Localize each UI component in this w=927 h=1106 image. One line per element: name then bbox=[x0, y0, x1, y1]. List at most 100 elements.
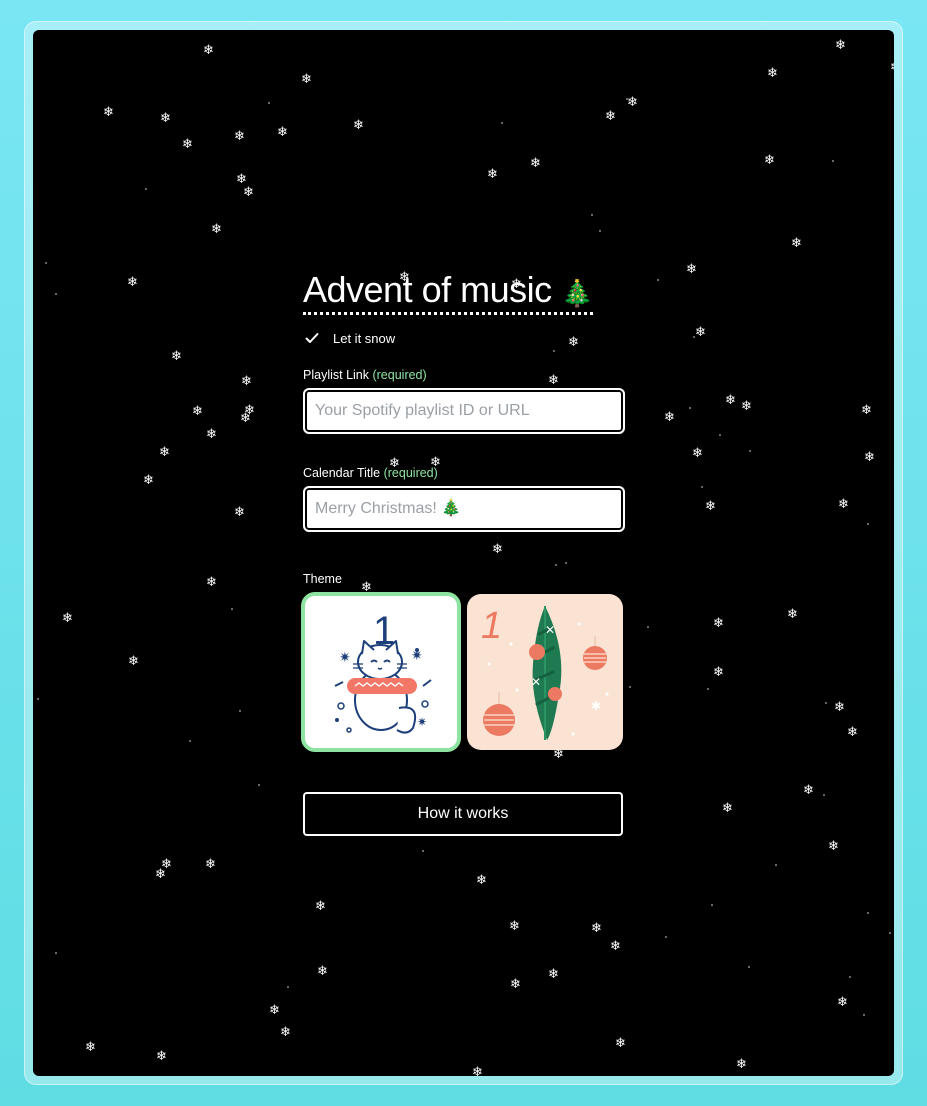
snowflake-icon: ❄ bbox=[835, 38, 846, 53]
snowflake-icon: ❄ bbox=[791, 236, 802, 251]
how-it-works-button[interactable]: How it works bbox=[303, 791, 623, 836]
christmas-tree-illustration: 1 ✕ ✕ ✱ bbox=[481, 605, 609, 740]
snowflake-icon: ❄ bbox=[155, 867, 166, 882]
snowflake-icon: ❄ bbox=[610, 939, 621, 954]
snow-particle bbox=[823, 794, 825, 796]
svg-text:✕: ✕ bbox=[531, 675, 541, 689]
snowflake-icon: ❄ bbox=[315, 899, 326, 914]
snowflake-icon: ❄ bbox=[243, 185, 254, 200]
let-it-snow-label: Let it snow bbox=[333, 330, 396, 346]
snow-particle bbox=[889, 932, 891, 934]
snow-particle bbox=[626, 98, 628, 100]
snowflake-icon: ❄ bbox=[171, 349, 182, 364]
snowflake-icon: ❄ bbox=[803, 783, 814, 798]
snowflake-icon: ❄ bbox=[828, 839, 839, 854]
snow-particle bbox=[689, 407, 691, 409]
cat-illustration: 1 ✷ ✷ ✷ bbox=[334, 609, 432, 734]
snowflake-icon: ❄ bbox=[509, 919, 520, 934]
christmas-tree-icon: 🎄 bbox=[561, 279, 594, 309]
snowflake-icon: ❄ bbox=[182, 137, 193, 152]
theme-label: Theme bbox=[303, 571, 342, 586]
snowflake-icon: ❄ bbox=[277, 125, 288, 140]
snowflake-icon: ❄ bbox=[240, 411, 251, 426]
calendar-title-input[interactable] bbox=[303, 485, 625, 532]
snow-particle bbox=[647, 626, 649, 628]
check-icon bbox=[305, 333, 319, 344]
snow-particle bbox=[599, 230, 601, 232]
snow-particle bbox=[37, 698, 39, 700]
snow-particle bbox=[863, 1014, 865, 1016]
snowflake-icon: ❄ bbox=[695, 325, 706, 340]
let-it-snow-toggle[interactable]: Let it snow bbox=[303, 331, 625, 346]
snowflake-icon: ❄ bbox=[269, 1003, 280, 1018]
svg-text:✷: ✷ bbox=[417, 715, 427, 729]
snowflake-icon: ❄ bbox=[62, 611, 73, 626]
snowflake-icon: ❄ bbox=[692, 446, 703, 461]
snow-particle bbox=[748, 966, 750, 968]
page-title-text: Advent of music bbox=[303, 269, 552, 310]
snowflake-icon: ❄ bbox=[834, 700, 845, 715]
snow-particle bbox=[45, 262, 47, 264]
snow-particle bbox=[629, 686, 631, 688]
theme-option-christmas-tree[interactable]: 1 ✕ ✕ ✱ bbox=[467, 593, 623, 750]
snowflake-icon: ❄ bbox=[764, 153, 775, 168]
snowflake-icon: ❄ bbox=[705, 499, 716, 514]
snow-particle bbox=[189, 740, 191, 742]
snowflake-icon: ❄ bbox=[864, 450, 875, 465]
snowflake-icon: ❄ bbox=[487, 167, 498, 182]
calendar-title-label-text: Calendar Title bbox=[303, 465, 381, 480]
snow-particle bbox=[665, 936, 667, 938]
snowflake-icon: ❄ bbox=[472, 1065, 483, 1076]
snowflake-icon: ❄ bbox=[236, 172, 247, 187]
snowflake-icon: ❄ bbox=[476, 873, 487, 888]
snowflake-icon: ❄ bbox=[591, 921, 602, 936]
form-container: Advent of music 🎄 Let it snow Playlist L… bbox=[301, 269, 625, 836]
snowflake-icon: ❄ bbox=[615, 1036, 626, 1051]
snow-particle bbox=[501, 122, 503, 124]
snowflake-icon: ❄ bbox=[234, 129, 245, 144]
snow-particle bbox=[832, 160, 834, 162]
snowflake-icon: ❄ bbox=[206, 575, 217, 590]
snow-particle bbox=[693, 336, 695, 338]
theme-option-cat[interactable]: 1 ✷ ✷ ✷ bbox=[301, 591, 461, 752]
snowflake-icon: ❄ bbox=[156, 1049, 167, 1064]
snow-particle bbox=[591, 214, 593, 216]
snow-particle bbox=[268, 102, 270, 104]
snowflake-icon: ❄ bbox=[627, 95, 638, 110]
calendar-title-label: Calendar Title (required) bbox=[303, 466, 625, 480]
snowflake-icon: ❄ bbox=[736, 1057, 747, 1072]
snow-particle bbox=[287, 986, 289, 988]
snowflake-icon: ❄ bbox=[244, 403, 255, 418]
snowflake-icon: ❄ bbox=[713, 616, 724, 631]
required-marker: (required) bbox=[372, 367, 427, 382]
snowflake-icon: ❄ bbox=[203, 43, 214, 58]
snow-particle bbox=[867, 912, 869, 914]
snow-particle bbox=[55, 952, 57, 954]
snowflake-icon: ❄ bbox=[722, 801, 733, 816]
playlist-link-label: Playlist Link (required) bbox=[303, 368, 625, 382]
snowflake-icon: ❄ bbox=[234, 505, 245, 520]
snowflake-icon: ❄ bbox=[686, 262, 697, 277]
snow-particle bbox=[422, 850, 424, 852]
snowflake-icon: ❄ bbox=[206, 427, 217, 442]
snowflake-icon: ❄ bbox=[205, 857, 216, 872]
snow-particle bbox=[775, 864, 777, 866]
snowflake-icon: ❄ bbox=[127, 275, 138, 290]
snowflake-icon: ❄ bbox=[161, 857, 172, 872]
snow-particle bbox=[825, 702, 827, 704]
snowflake-icon: ❄ bbox=[787, 607, 798, 622]
snowflake-icon: ❄ bbox=[890, 61, 894, 74]
snowflake-icon: ❄ bbox=[103, 105, 114, 120]
svg-text:✱: ✱ bbox=[591, 699, 601, 713]
playlist-link-input[interactable] bbox=[303, 387, 625, 434]
snowflake-icon: ❄ bbox=[143, 473, 154, 488]
snowflake-icon: ❄ bbox=[725, 393, 736, 408]
theme-picker: 1 ✷ ✷ ✷ 1 ✕ ✕ ✱ bbox=[301, 591, 625, 752]
snowflake-icon: ❄ bbox=[664, 410, 675, 425]
snowflake-icon: ❄ bbox=[713, 665, 724, 680]
tree-theme-day-number: 1 bbox=[481, 605, 502, 647]
snowflake-icon: ❄ bbox=[861, 403, 872, 418]
snowflake-icon: ❄ bbox=[211, 222, 222, 237]
snowflake-icon: ❄ bbox=[847, 725, 858, 740]
snow-particle bbox=[711, 904, 713, 906]
